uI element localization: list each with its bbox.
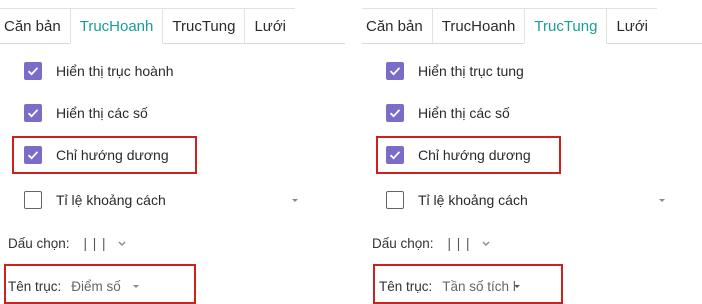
- tab-x-axis[interactable]: TrucHoanh: [431, 8, 526, 44]
- check-icon: [27, 109, 39, 118]
- tab-basic[interactable]: Căn bản: [0, 8, 71, 44]
- tick-style-label: Dấu chọn:: [372, 235, 434, 251]
- tab-grid[interactable]: Lưới: [606, 8, 658, 44]
- tab-y-axis[interactable]: TrucTung: [524, 8, 608, 44]
- tab-bar: Căn bản TrucHoanh TrucTung Lưới: [362, 8, 658, 44]
- show-numbers-option[interactable]: Hiển thị các số: [24, 101, 148, 125]
- tab-y-axis[interactable]: TrucTung: [162, 8, 246, 44]
- y-axis-settings-panel: Căn bản TrucHoanh TrucTung Lưới Hiển thị…: [362, 0, 702, 304]
- show-numbers-label: Hiển thị các số: [56, 105, 148, 121]
- show-numbers-checkbox[interactable]: [386, 104, 404, 122]
- tab-x-axis[interactable]: TrucHoanh: [69, 8, 164, 44]
- distance-ratio-dropdown[interactable]: [567, 188, 667, 212]
- chevron-down-icon: [657, 195, 667, 205]
- tab-bar: Căn bản TrucHoanh TrucTung Lưới: [0, 8, 296, 44]
- check-icon: [389, 109, 401, 118]
- tab-divider: [0, 43, 345, 44]
- highlight-positive-direction: [376, 136, 561, 174]
- show-numbers-label: Hiển thị các số: [418, 105, 510, 121]
- check-icon: [27, 67, 39, 76]
- chevron-down-icon[interactable]: [481, 238, 491, 248]
- highlight-axis-name: [4, 264, 196, 304]
- tick-style-value[interactable]: | | |: [84, 236, 107, 251]
- distance-ratio-label: Tỉ lệ khoảng cách: [418, 192, 528, 208]
- show-y-axis-checkbox[interactable]: [386, 62, 404, 80]
- show-x-axis-label: Hiển thị trục hoành: [56, 63, 174, 79]
- show-y-axis-option[interactable]: Hiển thị trục tung: [386, 59, 524, 83]
- distance-ratio-option[interactable]: Tỉ lệ khoảng cách: [24, 188, 166, 212]
- tick-style-label: Dấu chọn:: [8, 235, 70, 251]
- distance-ratio-option[interactable]: Tỉ lệ khoảng cách: [386, 188, 528, 212]
- show-x-axis-option[interactable]: Hiển thị trục hoành: [24, 59, 174, 83]
- distance-ratio-dropdown[interactable]: [200, 188, 300, 212]
- highlight-positive-direction: [12, 136, 197, 174]
- show-y-axis-label: Hiển thị trục tung: [418, 63, 524, 79]
- chevron-down-icon: [290, 195, 300, 205]
- distance-ratio-checkbox[interactable]: [24, 191, 42, 209]
- tab-grid[interactable]: Lưới: [244, 8, 296, 44]
- x-axis-settings-panel: Căn bản TrucHoanh TrucTung Lưới Hiển thị…: [0, 0, 345, 304]
- highlight-axis-name: [373, 264, 563, 304]
- check-icon: [389, 67, 401, 76]
- distance-ratio-checkbox[interactable]: [386, 191, 404, 209]
- tick-style-row: Dấu chọn: | | |: [372, 231, 491, 255]
- show-x-axis-checkbox[interactable]: [24, 62, 42, 80]
- distance-ratio-label: Tỉ lệ khoảng cách: [56, 192, 166, 208]
- tab-basic[interactable]: Căn bản: [362, 8, 433, 44]
- show-numbers-checkbox[interactable]: [24, 104, 42, 122]
- chevron-down-icon[interactable]: [117, 238, 127, 248]
- show-numbers-option[interactable]: Hiển thị các số: [386, 101, 510, 125]
- tick-style-row: Dấu chọn: | | |: [8, 231, 127, 255]
- tick-style-value[interactable]: | | |: [448, 236, 471, 251]
